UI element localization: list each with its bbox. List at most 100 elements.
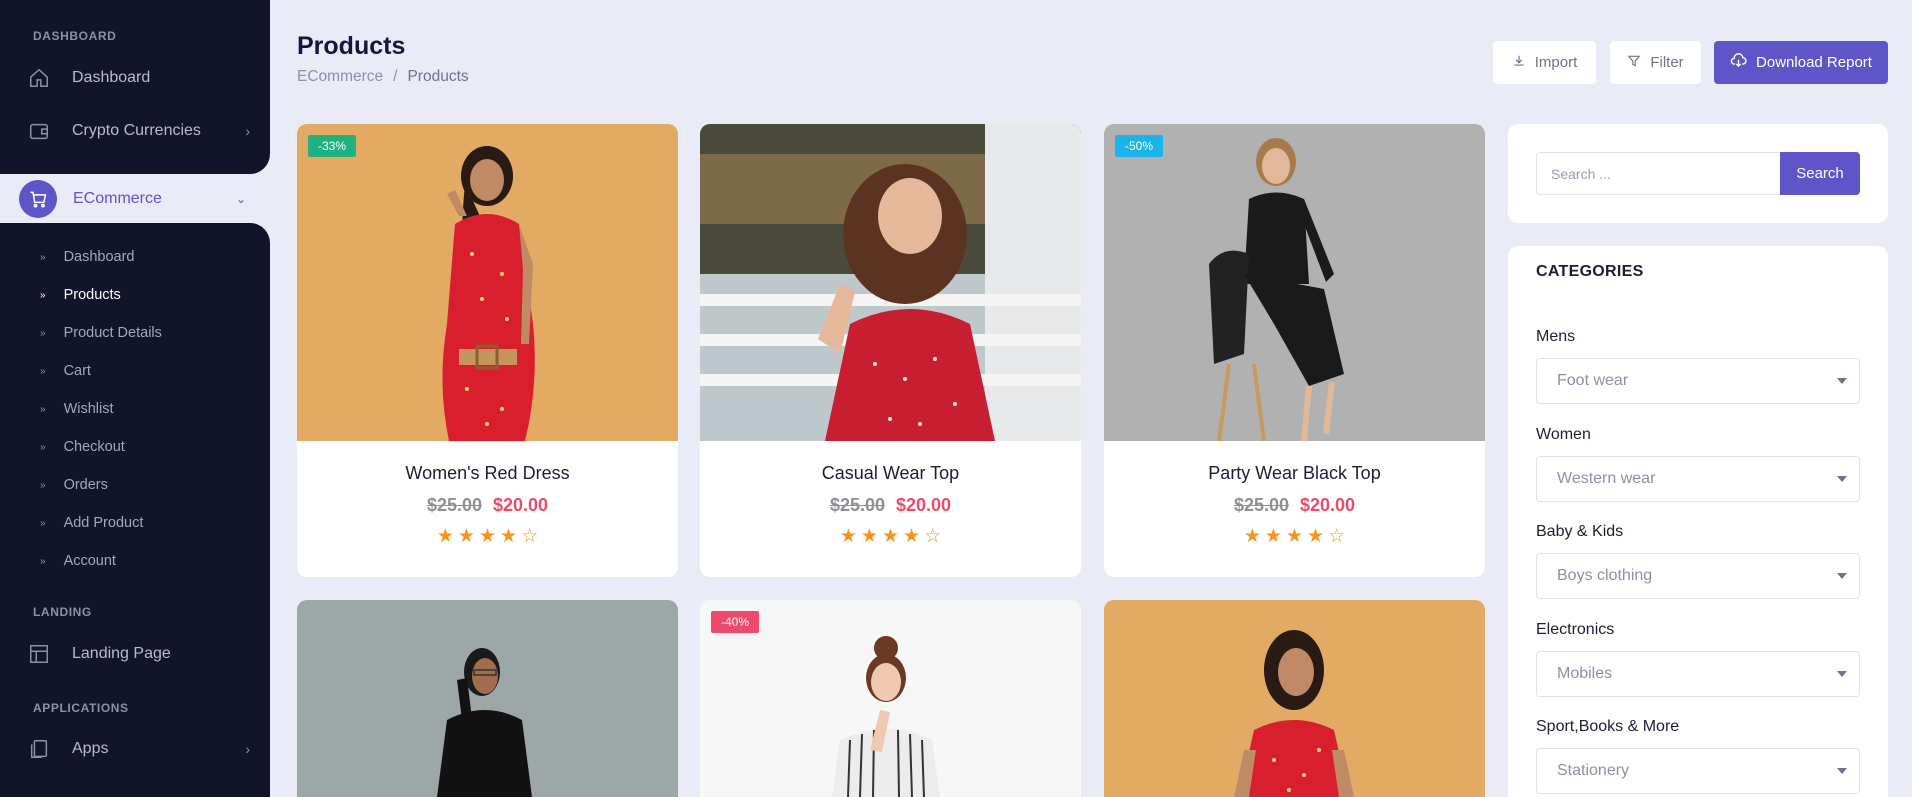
star-filled-icon: ★: [500, 526, 518, 547]
search-input[interactable]: [1536, 152, 1781, 195]
submenu-label: Account: [63, 553, 116, 569]
submenu-label: Dashboard: [63, 249, 135, 265]
download-icon: [1512, 54, 1526, 72]
product-image[interactable]: [700, 124, 1081, 441]
chevron-double-icon: »: [40, 327, 46, 339]
sidebar-section-applications: APPLICATIONS: [33, 701, 129, 715]
product-image[interactable]: [1104, 600, 1485, 797]
product-image[interactable]: [297, 600, 678, 797]
product-card[interactable]: [1104, 600, 1485, 797]
product-card[interactable]: -40%: [700, 600, 1081, 797]
category-label-mens: Mens: [1536, 328, 1576, 345]
caret-down-icon: [1837, 476, 1847, 482]
original-price: $25.00: [829, 495, 885, 515]
rating-stars: ★ ★ ★ ★ ☆: [437, 525, 538, 548]
caret-down-icon: [1837, 573, 1847, 579]
product-card[interactable]: -50% Party Wear Black Top $25.00 $20.00 …: [1104, 124, 1485, 577]
chevron-double-icon: »: [40, 403, 46, 415]
page-title: Products: [297, 32, 406, 60]
product-name[interactable]: Women's Red Dress: [405, 463, 569, 484]
breadcrumb-link-ecommerce[interactable]: ECommerce: [297, 68, 383, 86]
star-filled-icon: ★: [1307, 526, 1325, 547]
product-name[interactable]: Party Wear Black Top: [1208, 463, 1380, 484]
sidebar-section-landing: LANDING: [33, 605, 92, 619]
submenu-label: Checkout: [63, 439, 125, 455]
product-info: Women's Red Dress $25.00 $20.00 ★ ★ ★ ★ ☆: [297, 441, 678, 577]
download-report-button[interactable]: Download Report: [1714, 41, 1888, 84]
filter-icon: [1627, 54, 1641, 72]
sale-price: $20.00: [1300, 495, 1356, 515]
import-button[interactable]: Import: [1493, 41, 1596, 84]
wallet-icon: [26, 118, 52, 144]
chevron-down-icon: ⌄: [235, 191, 246, 206]
submenu-label: Add Product: [63, 515, 144, 531]
chevron-double-icon: »: [40, 441, 46, 453]
select-value: Stationery: [1557, 762, 1630, 779]
product-image[interactable]: -40%: [700, 600, 1081, 797]
sidebar-item-label: ECommerce: [73, 189, 162, 207]
select-value: Boys clothing: [1557, 567, 1653, 584]
submenu-item-account[interactable]: » Account: [40, 553, 116, 569]
star-filled-icon: ★: [903, 526, 921, 547]
search-button[interactable]: Search: [1780, 152, 1860, 195]
product-card[interactable]: -33% Women's Red Dress $25.00 $20.00 ★ ★ ★…: [297, 124, 678, 577]
breadcrumb: ECommerce / Products: [297, 68, 469, 86]
sidebar-item-dashboard[interactable]: Dashboard: [26, 60, 250, 96]
chevron-double-icon: »: [40, 365, 46, 377]
discount-badge: -40%: [711, 611, 760, 633]
product-card[interactable]: [297, 600, 678, 797]
chevron-double-icon: »: [40, 479, 46, 491]
star-outline-icon: ☆: [521, 526, 539, 547]
caret-down-icon: [1837, 768, 1847, 774]
breadcrumb-current: Products: [407, 68, 469, 85]
category-select-mens[interactable]: Foot wear: [1536, 358, 1860, 404]
submenu-item-dashboard[interactable]: » Dashboard: [40, 249, 135, 265]
filter-button[interactable]: Filter: [1610, 41, 1701, 84]
submenu-item-add-product[interactable]: » Add Product: [40, 515, 143, 531]
chevron-double-icon: »: [40, 289, 46, 301]
submenu-item-cart[interactable]: » Cart: [40, 363, 91, 379]
sidebar-item-label: Crypto Currencies: [72, 122, 201, 139]
download-report-label: Download Report: [1756, 54, 1872, 71]
discount-badge: -33%: [308, 135, 357, 157]
sidebar-item-crypto-currencies[interactable]: Crypto Currencies ›: [26, 113, 250, 149]
sidebar-item-label: Dashboard: [72, 69, 151, 86]
select-value: Mobiles: [1557, 665, 1613, 682]
sidebar-item-landing-page[interactable]: Landing Page: [26, 636, 250, 672]
sidebar-item-ecommerce[interactable]: ECommerce ⌄: [16, 177, 266, 220]
submenu-item-wishlist[interactable]: » Wishlist: [40, 401, 114, 417]
original-price: $25.00: [426, 495, 482, 515]
sidebar-item-apps[interactable]: Apps ›: [26, 731, 250, 767]
category-label-baby-kids: Baby & Kids: [1536, 523, 1624, 540]
caret-down-icon: [1837, 671, 1847, 677]
submenu-item-orders[interactable]: » Orders: [40, 477, 108, 493]
star-filled-icon: ★: [860, 526, 878, 547]
product-prices: $25.00 $20.00: [1234, 495, 1355, 516]
chevron-double-icon: »: [40, 555, 46, 567]
category-select-baby-kids[interactable]: Boys clothing: [1536, 553, 1860, 599]
sidebar-item-label: Apps: [72, 740, 109, 757]
category-select-women[interactable]: Western wear: [1536, 456, 1860, 502]
submenu-label: Products: [63, 287, 121, 303]
star-outline-icon: ☆: [924, 526, 942, 547]
submenu-item-product-details[interactable]: » Product Details: [40, 325, 162, 341]
star-filled-icon: ★: [457, 526, 475, 547]
category-select-sport-books[interactable]: Stationery: [1536, 748, 1860, 794]
chevron-double-icon: »: [40, 517, 46, 529]
star-filled-icon: ★: [881, 526, 900, 547]
category-select-electronics[interactable]: Mobiles: [1536, 651, 1860, 697]
star-filled-icon: ★: [1264, 526, 1282, 547]
breadcrumb-separator: /: [393, 68, 398, 85]
categories-panel: CATEGORIES Mens Foot wear Women Western …: [1508, 246, 1888, 797]
product-prices: $25.00 $20.00: [830, 495, 951, 516]
submenu-item-checkout[interactable]: » Checkout: [40, 439, 125, 455]
sidebar-section-dashboard: DASHBOARD: [33, 29, 117, 43]
product-image[interactable]: -33%: [297, 124, 678, 441]
submenu-label: Wishlist: [63, 401, 114, 417]
product-image[interactable]: -50%: [1104, 124, 1485, 441]
submenu-item-products[interactable]: » Products: [40, 287, 121, 303]
product-card[interactable]: Casual Wear Top $25.00 $20.00 ★ ★ ★ ★ ☆: [700, 124, 1081, 577]
select-value: Western wear: [1557, 470, 1656, 487]
product-name[interactable]: Casual Wear Top: [822, 463, 959, 484]
star-filled-icon: ★: [1285, 526, 1304, 547]
